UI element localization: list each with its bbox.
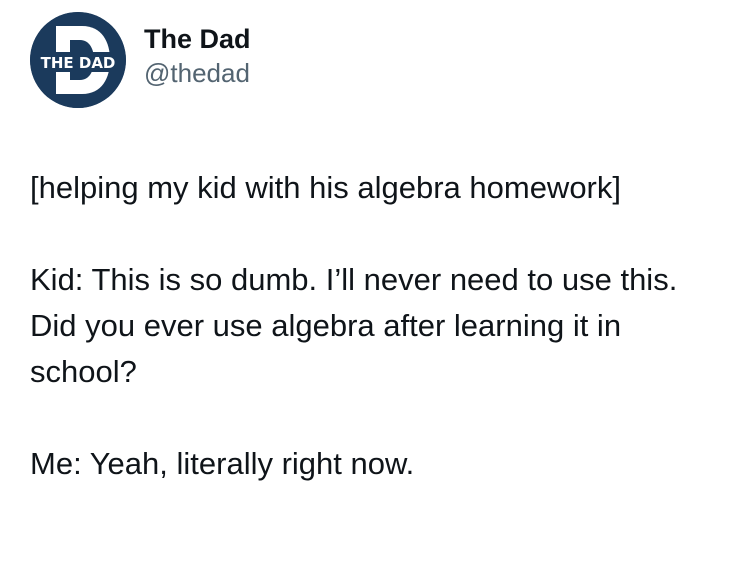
tweet-header: THE DAD The Dad @thedad bbox=[30, 12, 251, 108]
author-handle[interactable]: @thedad bbox=[144, 56, 251, 90]
tweet-paragraph: Kid: This is so dumb. I’ll never need to… bbox=[30, 262, 678, 389]
avatar[interactable]: THE DAD bbox=[30, 12, 126, 108]
tweet-text: [helping my kid with his algebra homewor… bbox=[30, 165, 730, 487]
the-dad-logo-icon: THE DAD bbox=[30, 12, 126, 108]
avatar-logo-text: THE DAD bbox=[41, 54, 116, 72]
author-names: The Dad @thedad bbox=[144, 22, 251, 90]
tweet-paragraph: [helping my kid with his algebra homewor… bbox=[30, 170, 621, 205]
author-display-name[interactable]: The Dad bbox=[144, 22, 251, 56]
tweet-card: THE DAD The Dad @thedad [helping my kid … bbox=[0, 0, 750, 568]
tweet-paragraph: Me: Yeah, literally right now. bbox=[30, 446, 415, 481]
